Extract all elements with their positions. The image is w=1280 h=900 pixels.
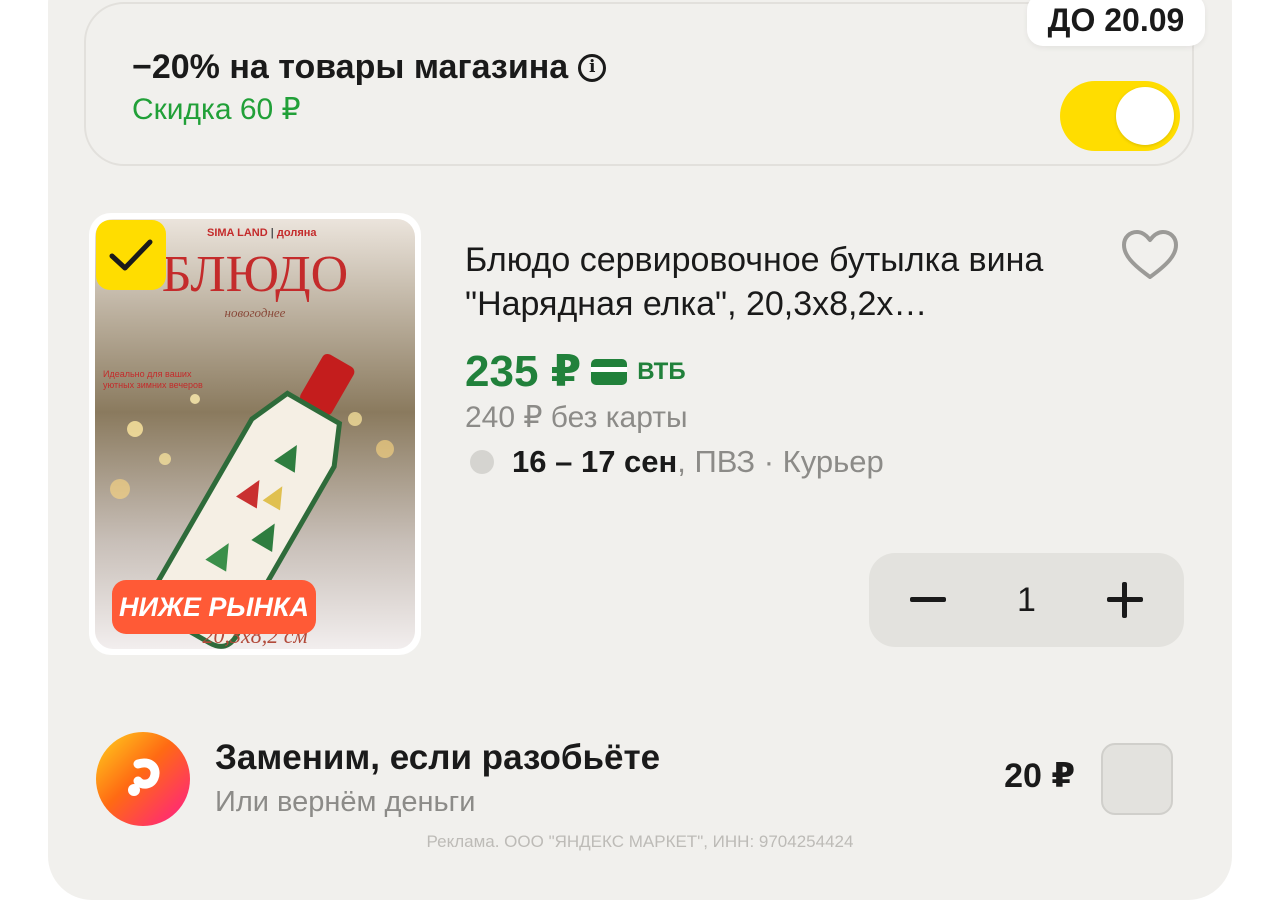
decrease-quantity-button[interactable] xyxy=(881,553,975,647)
minus-icon xyxy=(910,582,946,618)
bank-name: ВТБ xyxy=(637,357,686,385)
plus-icon xyxy=(1107,582,1143,618)
bank-card-icon xyxy=(591,358,628,385)
favorite-button[interactable] xyxy=(1120,228,1180,284)
insurance-price: 20 ₽ xyxy=(1004,757,1075,795)
quantity-stepper: 1 xyxy=(869,553,1184,647)
delivery-status-dot xyxy=(470,450,494,474)
promo-toggle[interactable] xyxy=(1060,81,1180,151)
price-value: 235 ₽ xyxy=(465,347,582,396)
brand-secondary: доляна xyxy=(276,227,317,239)
delivery-date: 16 – 17 сен xyxy=(512,444,678,479)
insurance-logo-icon xyxy=(94,730,192,828)
ad-disclaimer: Реклама. ООО "ЯНДЕКС МАРКЕТ", ИНН: 97042… xyxy=(426,832,854,851)
brand-primary: SIMA LAND xyxy=(207,227,268,239)
promo-title: −20% на товары магазина xyxy=(132,48,569,86)
heart-icon xyxy=(1122,230,1178,279)
image-tagline: Идеально для ваших уютных зимних вечеров xyxy=(103,369,203,390)
product-title[interactable]: Блюдо сервировочное бутылка вина "Нарядн… xyxy=(465,238,1085,326)
insurance-subtitle: Или вернём деньги xyxy=(215,786,476,818)
checkmark-icon xyxy=(109,239,153,271)
info-icon[interactable]: i xyxy=(578,53,607,82)
delivery-info: 16 – 17 сен , ПВЗ · Курьер xyxy=(470,444,884,480)
increase-quantity-button[interactable] xyxy=(1078,553,1172,647)
image-subline: новогоднее xyxy=(224,305,286,320)
below-market-badge: НИЖЕ РЫНКА xyxy=(112,580,316,634)
insurance-title: Заменим, если разобьёте xyxy=(215,738,661,777)
toggle-knob xyxy=(1116,87,1174,145)
delivery-methods: , ПВЗ · Курьер xyxy=(677,444,884,479)
promo-discount: Скидка 60 ₽ xyxy=(132,93,301,126)
product-select-checkbox[interactable] xyxy=(96,220,166,290)
price-with-card: 235 ₽ ВТБ xyxy=(465,346,686,397)
promo-deadline-badge: ДО 20.09 xyxy=(1027,0,1205,46)
insurance-checkbox[interactable] xyxy=(1101,743,1173,815)
price-without-card: 240 ₽ без карты xyxy=(465,401,688,434)
promo-title-row: −20% на товары магазина i xyxy=(132,48,607,87)
